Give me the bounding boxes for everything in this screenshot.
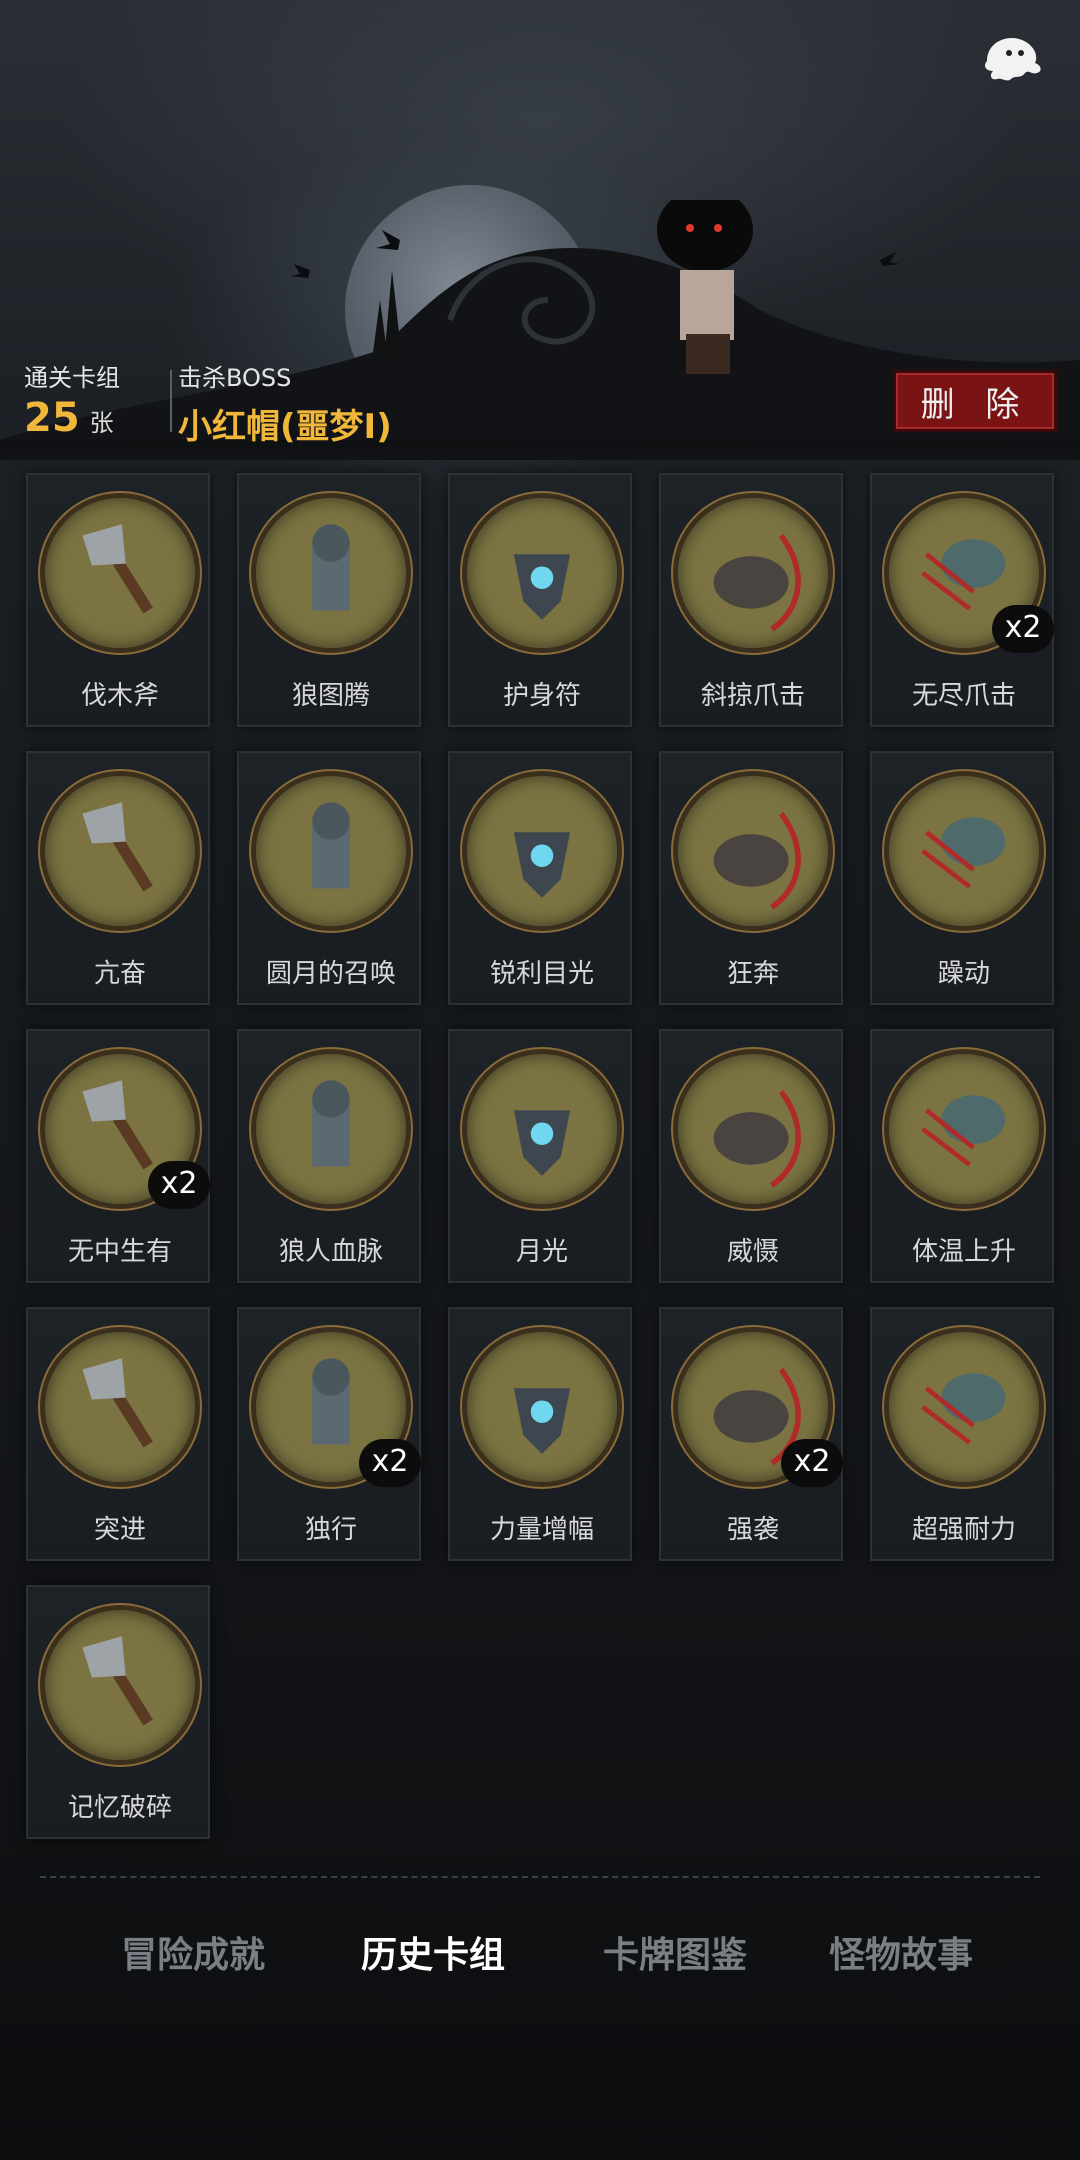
card-unit: 张 bbox=[89, 409, 114, 437]
card-tile[interactable]: 无尽爪击 x2 bbox=[870, 473, 1054, 727]
werewolf-rage-icon bbox=[40, 771, 200, 931]
card-name: 超强耐力 bbox=[911, 1515, 1016, 1545]
card-name: 突进 bbox=[93, 1515, 146, 1545]
tab-card-codex[interactable]: 卡牌图鉴 bbox=[570, 1926, 780, 1986]
card-tile[interactable]: 狂奔 bbox=[659, 751, 843, 1005]
axe-icon bbox=[40, 493, 200, 653]
card-count-badge: x2 bbox=[781, 1439, 843, 1487]
card-tile[interactable]: 强袭 x2 bbox=[659, 1307, 843, 1561]
tab-monster-stories[interactable]: 怪物故事 bbox=[796, 1926, 1006, 1986]
card-tile[interactable]: 月光 bbox=[448, 1029, 632, 1283]
broken-memory-icon bbox=[40, 1605, 200, 1765]
card-count-badge: x2 bbox=[359, 1439, 421, 1487]
card-tile[interactable]: 锐利目光 bbox=[448, 751, 632, 1005]
card-name: 锐利目光 bbox=[489, 959, 594, 989]
claw-strike-icon bbox=[673, 493, 833, 653]
card-tile[interactable]: 狼人血脉 bbox=[237, 1029, 421, 1283]
full-moon-forest-icon bbox=[251, 771, 411, 931]
boss-label: 击杀BOSS bbox=[178, 364, 292, 392]
card-count: 25 bbox=[24, 395, 80, 441]
amulet-icon bbox=[462, 493, 622, 653]
ghost-back-button[interactable] bbox=[972, 24, 1052, 94]
card-name: 体温上升 bbox=[911, 1237, 1016, 1267]
card-tile[interactable]: 记忆破碎 bbox=[26, 1585, 210, 1839]
card-tile[interactable]: 体温上升 bbox=[870, 1029, 1054, 1283]
card-tile[interactable]: 超强耐力 bbox=[870, 1307, 1054, 1561]
ghost-icon bbox=[985, 37, 1041, 81]
charge-icon bbox=[40, 1327, 200, 1487]
card-tile[interactable]: 斜掠爪击 bbox=[659, 473, 843, 727]
card-name: 躁动 bbox=[937, 959, 990, 989]
ground-band bbox=[0, 440, 1080, 460]
card-name: 狂奔 bbox=[726, 959, 779, 989]
card-name: 强袭 bbox=[726, 1515, 779, 1545]
card-name: 护身符 bbox=[502, 681, 581, 711]
stat-divider bbox=[170, 370, 172, 432]
card-tile[interactable]: 躁动 bbox=[870, 751, 1054, 1005]
clear-deck-stat: 通关卡组 25 张 bbox=[24, 358, 120, 441]
endurance-icon bbox=[884, 1327, 1044, 1487]
card-tile[interactable]: 力量增幅 bbox=[448, 1307, 632, 1561]
card-tile[interactable]: 独行 x2 bbox=[237, 1307, 421, 1561]
card-name: 力量增幅 bbox=[489, 1515, 594, 1545]
card-count-badge: x2 bbox=[992, 605, 1054, 653]
intimidate-icon bbox=[673, 1049, 833, 1209]
card-tile[interactable]: 威慑 bbox=[659, 1029, 843, 1283]
card-name: 伐木斧 bbox=[80, 681, 159, 711]
card-name: 无尽爪击 bbox=[911, 681, 1016, 711]
restless-icon bbox=[884, 771, 1044, 931]
card-name: 狼图腾 bbox=[291, 681, 370, 711]
card-name: 记忆破碎 bbox=[67, 1793, 172, 1823]
tab-history-deck[interactable]: 历史卡组 bbox=[328, 1926, 538, 1986]
boss-stat: 击杀BOSS 小红帽(噩梦I) bbox=[178, 358, 392, 448]
fever-icon bbox=[884, 1049, 1044, 1209]
tab-adventure-achievements[interactable]: 冒险成就 bbox=[88, 1926, 298, 1986]
card-tile[interactable]: 狼图腾 bbox=[237, 473, 421, 727]
werewolf-blood-icon bbox=[251, 1049, 411, 1209]
card-count-badge: x2 bbox=[148, 1161, 210, 1209]
card-name: 亢奋 bbox=[93, 959, 146, 989]
delete-button[interactable]: 删 除 bbox=[893, 370, 1057, 432]
card-tile[interactable]: 伐木斧 bbox=[26, 473, 210, 727]
log-carry-icon bbox=[462, 1327, 622, 1487]
card-tile[interactable]: 圆月的召唤 bbox=[237, 751, 421, 1005]
card-name: 无中生有 bbox=[67, 1237, 172, 1267]
moonlight-icon bbox=[462, 1049, 622, 1209]
card-tile[interactable]: 亢奋 bbox=[26, 751, 210, 1005]
card-tile[interactable]: 无中生有 x2 bbox=[26, 1029, 210, 1283]
card-tile[interactable]: 突进 bbox=[26, 1307, 210, 1561]
card-name: 狼人血脉 bbox=[278, 1237, 383, 1267]
card-tile[interactable]: 护身符 bbox=[448, 473, 632, 727]
card-name: 月光 bbox=[515, 1237, 568, 1267]
sharp-eyes-icon bbox=[462, 771, 622, 931]
boss-name: 小红帽(噩梦I) bbox=[178, 407, 392, 447]
card-name: 圆月的召唤 bbox=[265, 959, 396, 989]
card-name: 独行 bbox=[304, 1515, 357, 1545]
wolf-totem-icon bbox=[251, 493, 411, 653]
dashed-divider bbox=[40, 1876, 1040, 1878]
card-name: 威慑 bbox=[726, 1237, 779, 1267]
running-wolf-icon bbox=[673, 771, 833, 931]
clear-deck-label: 通关卡组 bbox=[24, 364, 120, 392]
card-name: 斜掠爪击 bbox=[700, 681, 805, 711]
